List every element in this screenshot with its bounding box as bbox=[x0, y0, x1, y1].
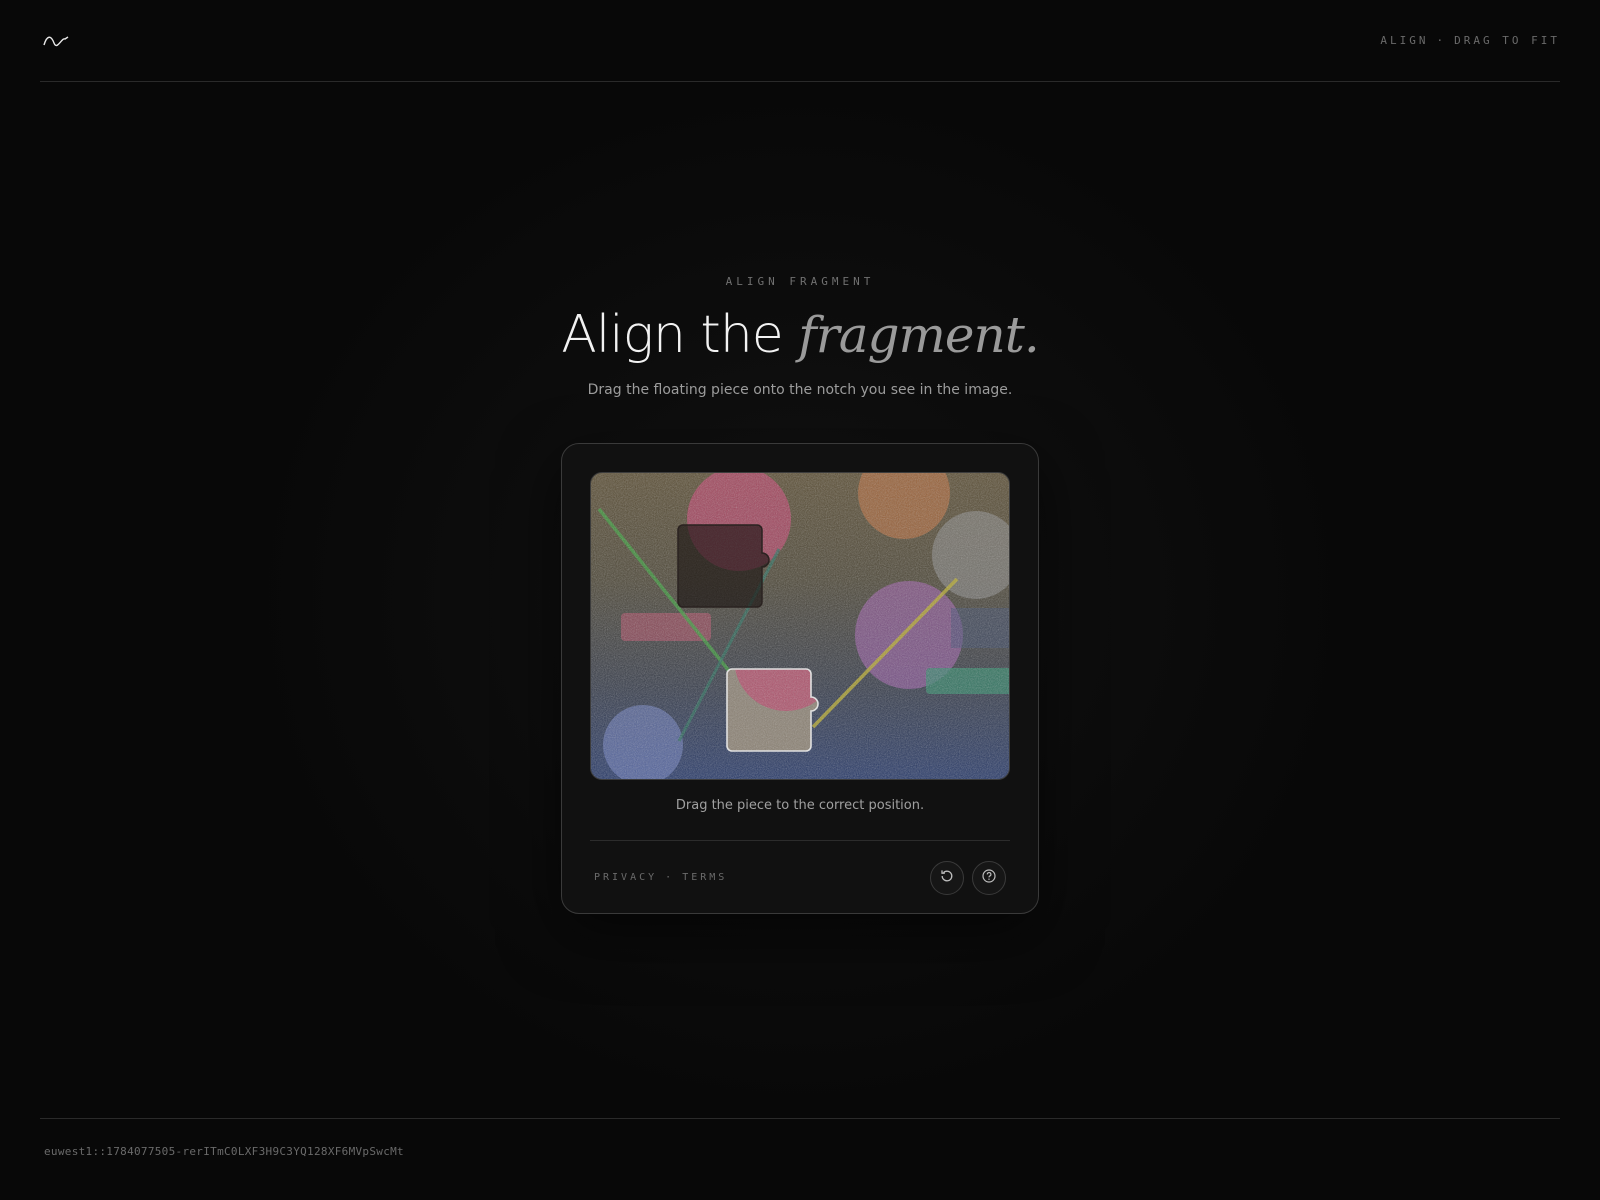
top-nav: ALIGN · DRAG TO FIT bbox=[1380, 34, 1560, 47]
wave-logo-icon[interactable] bbox=[42, 31, 70, 51]
bottom-divider bbox=[40, 1118, 1560, 1119]
help-button[interactable] bbox=[972, 860, 1006, 895]
top-bar: ALIGN · DRAG TO FIT bbox=[40, 0, 1560, 82]
help-icon bbox=[981, 868, 997, 887]
session-id: euwest1::1784077505-rerITmC0LXF3H9C3YQ12… bbox=[44, 1145, 404, 1158]
terms-link[interactable]: TERMS bbox=[682, 872, 727, 883]
page-title: Align the fragment. bbox=[0, 300, 1600, 370]
legal-separator: · bbox=[665, 872, 675, 883]
puzzle-hint: Drag the piece to the correct position. bbox=[675, 798, 925, 813]
refresh-button[interactable] bbox=[930, 860, 964, 895]
nav-align: ALIGN bbox=[1380, 34, 1429, 47]
nav-drag-to-fit: DRAG TO FIT bbox=[1454, 34, 1560, 47]
nav-separator: · bbox=[1436, 34, 1447, 47]
privacy-link[interactable]: PRIVACY bbox=[594, 872, 657, 883]
title-emphasis: fragment. bbox=[798, 306, 1039, 364]
eyebrow-label: ALIGN FRAGMENT bbox=[725, 275, 875, 288]
page-subtitle: Drag the floating piece onto the notch y… bbox=[587, 382, 1013, 398]
card-actions bbox=[930, 860, 1010, 895]
page: ALIGN · DRAG TO FIT ALIGN FRAGMENT Align t… bbox=[0, 0, 1600, 1200]
card-footer: PRIVACY · TERMS bbox=[590, 840, 1010, 914]
legal-links: PRIVACY · TERMS bbox=[590, 872, 727, 883]
puzzle-notch bbox=[677, 524, 770, 608]
puzzle-canvas[interactable] bbox=[590, 472, 1010, 780]
refresh-icon bbox=[939, 868, 955, 887]
title-plain: Align the bbox=[561, 305, 783, 365]
captcha-card: Drag the piece to the correct position. … bbox=[561, 443, 1039, 914]
